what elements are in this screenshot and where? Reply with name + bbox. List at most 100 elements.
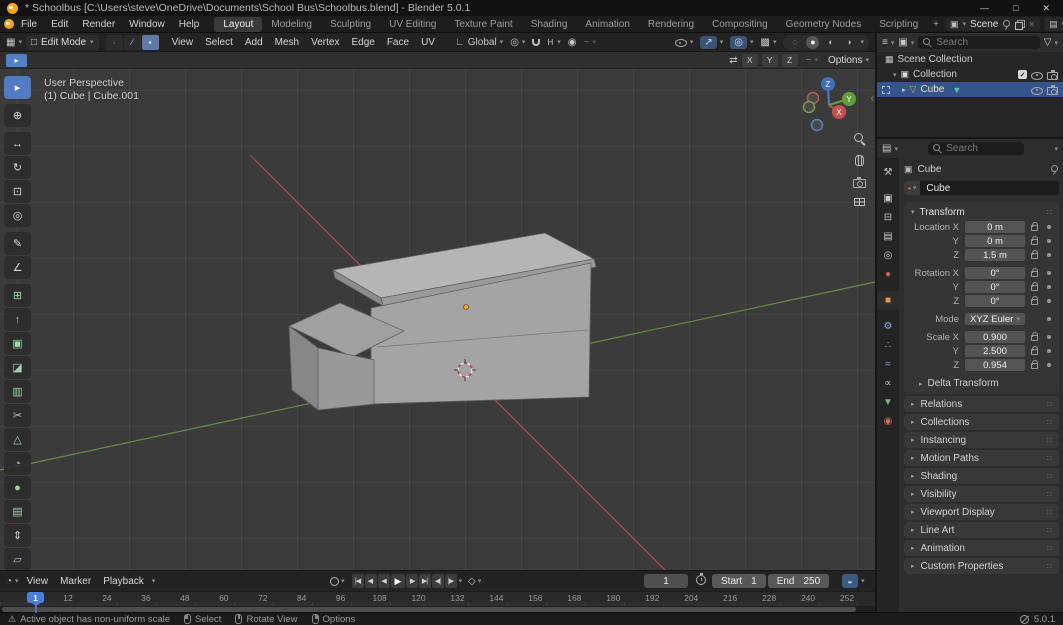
drag-dots-icon[interactable]: ∷: [1047, 436, 1052, 445]
blender-menu-icon[interactable]: [4, 19, 14, 29]
panel-line-art[interactable]: ▸Line Art∷: [904, 522, 1059, 538]
drag-dots-icon[interactable]: ∷: [1047, 400, 1052, 409]
playback-play-reverse[interactable]: ◀: [378, 574, 390, 588]
playback-jump-to-end[interactable]: ▶|: [419, 574, 431, 588]
scene-selector[interactable]: ▣ ▾ Scene ✕: [945, 17, 1040, 31]
menu-vertex[interactable]: Vertex: [305, 35, 345, 50]
keying-set-icon[interactable]: ◇: [468, 576, 476, 587]
visibility-dropdown[interactable]: ▾: [675, 37, 694, 47]
panel-shading[interactable]: ▸Shading∷: [904, 468, 1059, 484]
camera-view-icon[interactable]: [853, 179, 866, 188]
solid-shading-button[interactable]: ●: [806, 36, 819, 49]
tool-spin[interactable]: ◔: [4, 452, 31, 475]
drag-dots-icon[interactable]: ∷: [1047, 526, 1052, 535]
collection-checkbox[interactable]: ✓: [1018, 70, 1027, 79]
options-dropdown[interactable]: Options ▾: [828, 55, 869, 66]
mirror-x-button[interactable]: X: [742, 54, 758, 67]
animate-dot[interactable]: [1047, 271, 1051, 275]
rendered-shading-button[interactable]: ◑: [842, 36, 855, 49]
gizmo-negative-z[interactable]: [812, 120, 823, 131]
delete-scene-icon[interactable]: ✕: [1028, 20, 1035, 29]
outliner-row-cube[interactable]: ▸ ▽ Cube ▼: [877, 82, 1063, 97]
breadcrumb-label[interactable]: Cube: [918, 164, 942, 175]
animate-dot[interactable]: [1047, 239, 1051, 243]
edge-select-button[interactable]: ∕: [124, 35, 141, 50]
outliner-row-collection[interactable]: ▾ ▣ Collection ✓: [877, 67, 1063, 82]
maximize-button[interactable]: □: [1013, 3, 1018, 14]
workspace-tab-animation[interactable]: Animation: [576, 17, 638, 32]
hide-eye-icon[interactable]: [1031, 70, 1043, 80]
properties-tab-scene[interactable]: ◎: [877, 246, 899, 265]
outliner-display-dropdown[interactable]: ≡ ▾: [882, 37, 894, 48]
menu-face[interactable]: Face: [381, 35, 415, 50]
tool-transform[interactable]: ◎: [4, 204, 31, 227]
auto-key-record-icon[interactable]: [330, 577, 339, 586]
orientation-dropdown[interactable]: ∟ Global ▾: [455, 37, 503, 48]
overlays-dropdown[interactable]: ◎ ▾: [730, 36, 753, 49]
object-name-field[interactable]: Cube: [920, 181, 1059, 195]
transform-panel-header[interactable]: ▾ Transform ∷: [904, 204, 1059, 220]
scene-name[interactable]: Scene: [970, 19, 998, 30]
tool-measure[interactable]: ∠: [4, 256, 31, 279]
drag-dots-icon[interactable]: ∷: [1047, 472, 1052, 481]
playback-previous-keyframe[interactable]: ◀·: [365, 574, 377, 588]
timeline-ruler[interactable]: 1224364860728496108120132144156168180192…: [0, 591, 875, 606]
playback-jump-to-start[interactable]: |◀: [352, 574, 364, 588]
panel-custom-properties[interactable]: ▸Custom Properties∷: [904, 558, 1059, 574]
panel-viewport-display[interactable]: ▸Viewport Display∷: [904, 504, 1059, 520]
menu-render[interactable]: Render: [75, 17, 122, 32]
start-frame-field[interactable]: Start 1: [712, 574, 766, 588]
properties-editor-dropdown[interactable]: ▤ ▾: [882, 143, 898, 154]
new-scene-icon[interactable]: [1015, 20, 1024, 29]
workspace-tab-sculpting[interactable]: Sculpting: [321, 17, 380, 32]
lock-icon[interactable]: [1031, 285, 1038, 291]
field-scale-x[interactable]: 0.900: [965, 331, 1025, 343]
workspace-tab-compositing[interactable]: Compositing: [703, 17, 777, 32]
drag-dots-icon[interactable]: ∷: [1047, 490, 1052, 499]
lock-icon[interactable]: [1031, 363, 1038, 369]
animate-dot[interactable]: [1047, 363, 1051, 367]
panel-relations[interactable]: ▸Relations∷: [904, 396, 1059, 412]
hide-eye-icon[interactable]: [1031, 85, 1043, 95]
snap-to-dropdown[interactable]: H ▾: [547, 38, 560, 47]
drag-dots-icon[interactable]: ∷: [1047, 562, 1052, 571]
properties-tab-material[interactable]: ◉: [877, 412, 899, 431]
material-shading-button[interactable]: ◐: [824, 36, 837, 49]
tool-move[interactable]: ↔: [4, 132, 31, 155]
animate-dot[interactable]: [1047, 253, 1051, 257]
properties-search-input[interactable]: Search: [928, 142, 1024, 155]
playhead-marker[interactable]: 1: [27, 592, 44, 603]
drag-dots-icon[interactable]: ∷: [1047, 544, 1052, 553]
workspace-tab-rendering[interactable]: Rendering: [639, 17, 703, 32]
sidebar-collapse-icon[interactable]: ‹: [871, 93, 874, 104]
menu-help[interactable]: Help: [172, 17, 207, 32]
model-cube[interactable]: [289, 233, 596, 410]
menu-edge[interactable]: Edge: [345, 35, 380, 50]
field-z[interactable]: 0°: [965, 295, 1025, 307]
hint-options[interactable]: Options: [312, 614, 356, 625]
mode-dropdown[interactable]: □ Edit Mode ▾: [26, 35, 99, 50]
tool-loop-cut[interactable]: ▥: [4, 380, 31, 403]
workspace-tab-scripting[interactable]: Scripting: [870, 17, 927, 32]
hint-rotate-view[interactable]: Rotate View: [235, 614, 297, 625]
animate-dot[interactable]: [1047, 225, 1051, 229]
workspace-tab-uv-editing[interactable]: UV Editing: [380, 17, 445, 32]
tool-smooth[interactable]: ●: [4, 476, 31, 499]
outliner-filter-dropdown[interactable]: ▽ ▾: [1044, 37, 1058, 48]
menu-marker[interactable]: Marker: [54, 574, 97, 589]
panel-collections[interactable]: ▸Collections∷: [904, 414, 1059, 430]
rotation-mode-select[interactable]: XYZ Euler ▾: [965, 313, 1025, 325]
snap-toggle[interactable]: [532, 39, 540, 46]
panel-visibility[interactable]: ▸Visibility∷: [904, 486, 1059, 502]
field-y[interactable]: 0 m: [965, 235, 1025, 247]
editor-type-dropdown[interactable]: ▦ ▾: [6, 37, 22, 48]
object-type-dropdown[interactable]: ▪ ▾: [904, 181, 920, 195]
workspace-tab-geometry-nodes[interactable]: Geometry Nodes: [777, 17, 871, 32]
close-button[interactable]: ✕: [1042, 3, 1050, 14]
active-tool-icon[interactable]: ▸: [6, 54, 27, 67]
gizmo-negative-y[interactable]: [804, 102, 815, 113]
lock-icon[interactable]: [1031, 271, 1038, 277]
falloff-dropdown[interactable]: ~ ▾: [583, 37, 595, 48]
tool-bevel[interactable]: ◪: [4, 356, 31, 379]
playback-previous-frame[interactable]: ◀|: [432, 574, 444, 588]
